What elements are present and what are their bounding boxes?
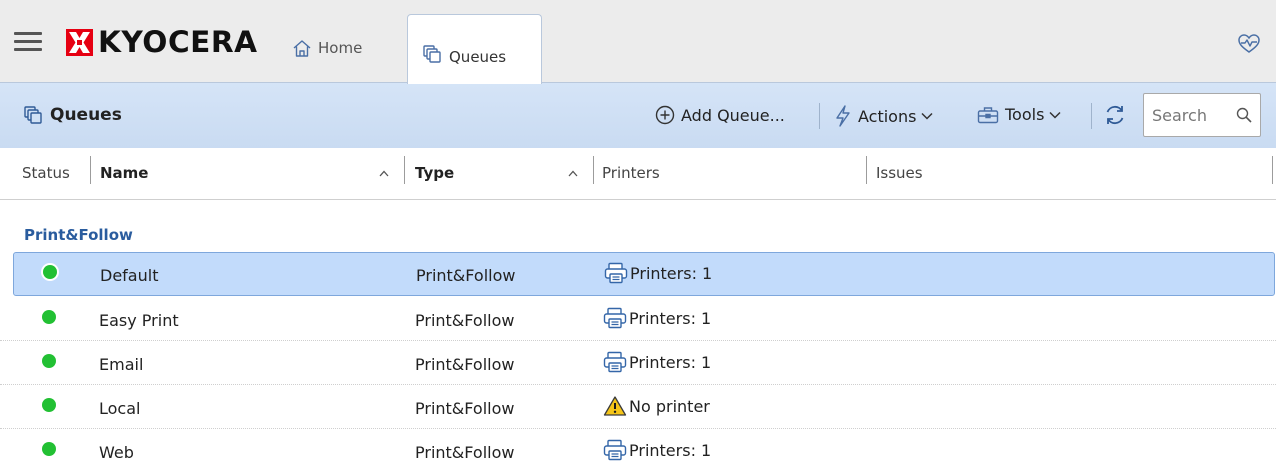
chevron-down-icon [1049, 111, 1061, 119]
queue-printers: No printer [603, 395, 710, 417]
column-resizer[interactable] [90, 156, 91, 184]
toolbar-divider [1091, 103, 1092, 129]
hamburger-menu-icon[interactable] [14, 30, 42, 52]
refresh-icon [1106, 105, 1124, 125]
kyocera-logo: KYOCERA [66, 27, 257, 57]
column-header-type[interactable]: Type [415, 164, 454, 182]
queue-type: Print&Follow [415, 399, 515, 418]
page-title-label: Queues [50, 105, 122, 125]
printer-icon [603, 439, 627, 461]
sort-ascending-icon[interactable] [568, 170, 578, 177]
queue-type: Print&Follow [416, 266, 516, 285]
toolbox-icon [977, 106, 999, 123]
queue-type: Print&Follow [415, 311, 515, 330]
plus-circle-icon [655, 105, 675, 125]
column-resizer[interactable] [404, 156, 405, 184]
search-input[interactable] [1144, 94, 1234, 136]
group-header[interactable]: Print&Follow [24, 226, 133, 244]
chevron-down-icon [921, 112, 933, 120]
top-bar: KYOCERA Home Queues [0, 0, 1276, 84]
search-box [1143, 93, 1261, 137]
queue-printers: Printers: 1 [603, 307, 711, 329]
table-row[interactable]: Local Print&Follow No printer [0, 385, 1276, 429]
kyocera-logo-mark-icon [66, 28, 93, 56]
queues-icon [24, 106, 42, 124]
table-row[interactable]: Web Print&Follow Printers: 1 [0, 429, 1276, 468]
queue-name: Default [100, 266, 159, 285]
logo-text: KYOCERA [98, 25, 258, 59]
column-header-name[interactable]: Name [100, 164, 148, 182]
tab-home[interactable]: Home [292, 37, 362, 59]
column-header-status[interactable]: Status [22, 164, 70, 182]
printer-icon [604, 262, 628, 284]
table-row[interactable]: Default Print&Follow Printers: 1 [13, 252, 1275, 296]
status-ok-icon [42, 442, 56, 456]
queue-printers: Printers: 1 [603, 439, 711, 461]
actions-label: Actions [858, 106, 917, 126]
printer-icon [603, 307, 627, 329]
add-queue-button[interactable]: Add Queue... [655, 105, 785, 125]
search-icon[interactable] [1236, 107, 1252, 123]
column-resizer[interactable] [593, 156, 594, 184]
tab-queues-label: Queues [449, 47, 507, 66]
sort-ascending-icon[interactable] [379, 170, 389, 177]
grid-header: Status Name Type Printers Issues [0, 148, 1276, 200]
queues-icon [423, 44, 441, 63]
queue-type: Print&Follow [415, 443, 515, 462]
column-resizer[interactable] [866, 156, 867, 184]
heart-pulse-icon[interactable] [1238, 34, 1260, 54]
queue-name: Local [99, 399, 141, 418]
tools-dropdown[interactable]: Tools [977, 105, 1067, 124]
queue-printers: Printers: 1 [604, 262, 712, 284]
table-row[interactable]: Email Print&Follow Printers: 1 [0, 341, 1276, 385]
queue-type: Print&Follow [415, 355, 515, 374]
warning-icon [603, 396, 627, 416]
status-ok-icon [42, 398, 56, 412]
toolbar-divider [819, 103, 820, 129]
tab-queues[interactable]: Queues [407, 14, 542, 84]
tools-label: Tools [1005, 105, 1045, 124]
actions-dropdown[interactable]: Actions [834, 105, 939, 127]
printers-count: Printers: 1 [630, 263, 713, 283]
printers-count: Printers: 1 [629, 308, 712, 328]
queue-name: Easy Print [99, 311, 179, 330]
column-header-printers[interactable]: Printers [602, 164, 660, 182]
queue-printers: Printers: 1 [603, 351, 711, 373]
queue-name: Email [99, 355, 144, 374]
column-header-issues[interactable]: Issues [876, 164, 923, 182]
tab-home-label: Home [318, 39, 363, 57]
page-title: Queues [24, 105, 122, 125]
queue-name: Web [99, 443, 134, 462]
add-queue-label: Add Queue... [681, 105, 785, 125]
printers-count: Printers: 1 [629, 352, 712, 372]
table-row[interactable]: Easy Print Print&Follow Printers: 1 [0, 297, 1276, 341]
toolbar: Queues Add Queue... Actions Tools [0, 82, 1276, 148]
column-resizer[interactable] [1272, 156, 1273, 184]
status-ok-icon [43, 265, 57, 279]
printers-count: No printer [629, 396, 710, 416]
printers-count: Printers: 1 [629, 440, 712, 460]
status-ok-icon [42, 354, 56, 368]
printer-icon [603, 351, 627, 373]
status-ok-icon [42, 310, 56, 324]
lightning-icon [836, 105, 850, 127]
refresh-button[interactable] [1103, 103, 1133, 127]
home-icon [293, 39, 311, 57]
